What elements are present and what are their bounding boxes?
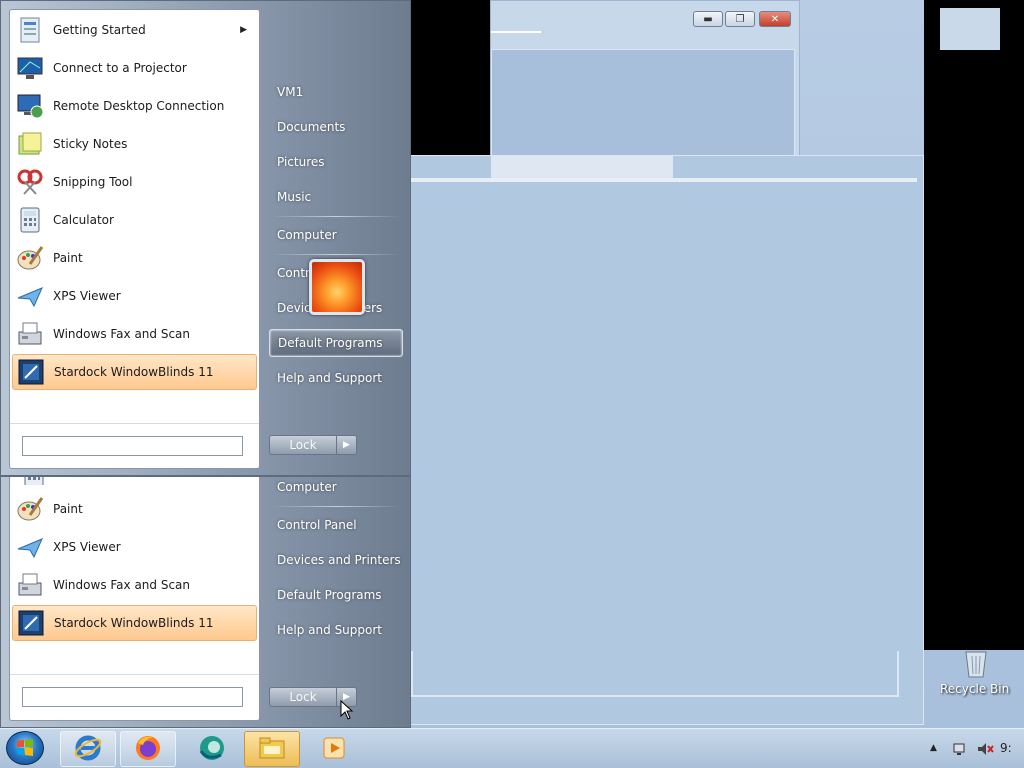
volume-muted-icon[interactable] bbox=[976, 741, 994, 760]
program-paint[interactable]: Paint bbox=[12, 240, 257, 276]
program-connect-projector[interactable]: Connect to a Projector bbox=[12, 50, 257, 86]
program-calculator[interactable]: Calculator bbox=[12, 202, 257, 238]
recycle-bin-icon[interactable] bbox=[960, 650, 992, 678]
separator bbox=[271, 216, 401, 217]
lock-button[interactable]: Lock bbox=[269, 687, 337, 707]
paint-icon bbox=[14, 493, 46, 525]
calculator-icon bbox=[14, 204, 46, 236]
right-item-computer[interactable]: Computer bbox=[269, 473, 403, 501]
firefox-icon bbox=[133, 733, 163, 766]
media-player-icon bbox=[319, 733, 349, 766]
snipping-tool-icon bbox=[14, 166, 46, 198]
network-icon[interactable] bbox=[952, 741, 968, 760]
taskbar-internet-explorer[interactable] bbox=[60, 731, 116, 767]
windows-logo-icon bbox=[17, 739, 33, 756]
projector-icon bbox=[14, 52, 46, 84]
program-xps-viewer[interactable]: XPS Viewer bbox=[12, 529, 257, 565]
programs-panel-ghost: Paint XPS Viewer Windows Fax and Scan St… bbox=[9, 477, 260, 721]
right-item-devices-printers[interactable]: Devices and Printers bbox=[269, 546, 403, 574]
app-window-ghost[interactable] bbox=[410, 155, 924, 725]
fax-scan-icon bbox=[14, 318, 46, 350]
start-button[interactable] bbox=[6, 731, 44, 765]
shutdown-options-arrow-icon[interactable]: ▶ bbox=[336, 435, 357, 455]
taskbar-file-explorer[interactable] bbox=[244, 731, 300, 767]
lock-button[interactable]: Lock bbox=[269, 435, 337, 455]
program-remote-desktop[interactable]: Remote Desktop Connection bbox=[12, 88, 257, 124]
search-input[interactable] bbox=[22, 687, 243, 707]
taskbar-browser[interactable] bbox=[184, 731, 240, 767]
search-input[interactable] bbox=[22, 436, 243, 456]
user-picture-avatar[interactable] bbox=[309, 259, 365, 315]
windowblinds-icon bbox=[15, 356, 47, 388]
xps-viewer-icon bbox=[14, 280, 46, 312]
separator bbox=[271, 506, 401, 507]
recycle-bin-label[interactable]: Recycle Bin bbox=[940, 682, 1009, 696]
maximize-button[interactable]: ❐ bbox=[725, 11, 755, 27]
taskbar-firefox[interactable] bbox=[120, 731, 176, 767]
xps-viewer-icon bbox=[14, 531, 46, 563]
submenu-arrow-icon: ▶ bbox=[240, 25, 247, 35]
program-windowblinds[interactable]: Stardock WindowBlinds 11 bbox=[12, 354, 257, 390]
internet-explorer-icon bbox=[73, 733, 103, 766]
close-button[interactable]: ✕ bbox=[759, 11, 791, 27]
glitch-area bbox=[924, 0, 1024, 650]
edge-like-icon bbox=[197, 733, 227, 766]
right-item-computer[interactable]: Computer bbox=[269, 221, 403, 249]
mouse-cursor-icon bbox=[340, 699, 354, 720]
taskbar-media-player[interactable] bbox=[306, 731, 362, 767]
start-menu: Getting Started ▶ Connect to a Projector… bbox=[0, 0, 411, 476]
program-windowblinds[interactable]: Stardock WindowBlinds 11 bbox=[12, 605, 257, 641]
right-item-default-programs[interactable]: Default Programs bbox=[269, 581, 403, 609]
calculator-icon bbox=[20, 477, 50, 485]
program-sticky-notes[interactable]: Sticky Notes bbox=[12, 126, 257, 162]
program-fax-scan[interactable]: Windows Fax and Scan bbox=[12, 567, 257, 603]
right-item-control-panel[interactable]: Control Panel bbox=[269, 511, 403, 539]
getting-started-icon bbox=[14, 14, 46, 46]
paint-icon bbox=[14, 242, 46, 274]
right-item-default-programs[interactable]: Default Programs bbox=[269, 329, 403, 357]
file-explorer-icon bbox=[257, 733, 287, 766]
program-xps-viewer[interactable]: XPS Viewer bbox=[12, 278, 257, 314]
right-item-documents[interactable]: Documents bbox=[269, 113, 403, 141]
right-item-help-support[interactable]: Help and Support bbox=[269, 616, 403, 644]
fax-scan-icon bbox=[14, 569, 46, 601]
right-item-music[interactable]: Music bbox=[269, 183, 403, 211]
taskbar: ▲ 9: bbox=[0, 728, 1024, 768]
right-item-vm1[interactable]: VM1 bbox=[269, 78, 403, 106]
windowblinds-icon bbox=[15, 607, 47, 639]
glitch-fragment bbox=[940, 8, 1000, 50]
program-paint[interactable]: Paint bbox=[12, 491, 257, 527]
minimize-button[interactable]: ▬ bbox=[693, 11, 723, 27]
clock[interactable]: 9: bbox=[1000, 741, 1012, 755]
right-item-pictures[interactable]: Pictures bbox=[269, 148, 403, 176]
sticky-notes-icon bbox=[14, 128, 46, 160]
right-item-help-support[interactable]: Help and Support bbox=[269, 364, 403, 392]
program-fax-scan[interactable]: Windows Fax and Scan bbox=[12, 316, 257, 352]
remote-desktop-icon bbox=[14, 90, 46, 122]
program-getting-started[interactable]: Getting Started ▶ bbox=[12, 12, 257, 48]
separator bbox=[271, 254, 401, 255]
show-hidden-icons-icon[interactable]: ▲ bbox=[930, 743, 937, 753]
program-snipping-tool[interactable]: Snipping Tool bbox=[12, 164, 257, 200]
start-menu-ghost: Paint XPS Viewer Windows Fax and Scan St… bbox=[0, 476, 411, 728]
programs-panel: Getting Started ▶ Connect to a Projector… bbox=[9, 9, 260, 469]
